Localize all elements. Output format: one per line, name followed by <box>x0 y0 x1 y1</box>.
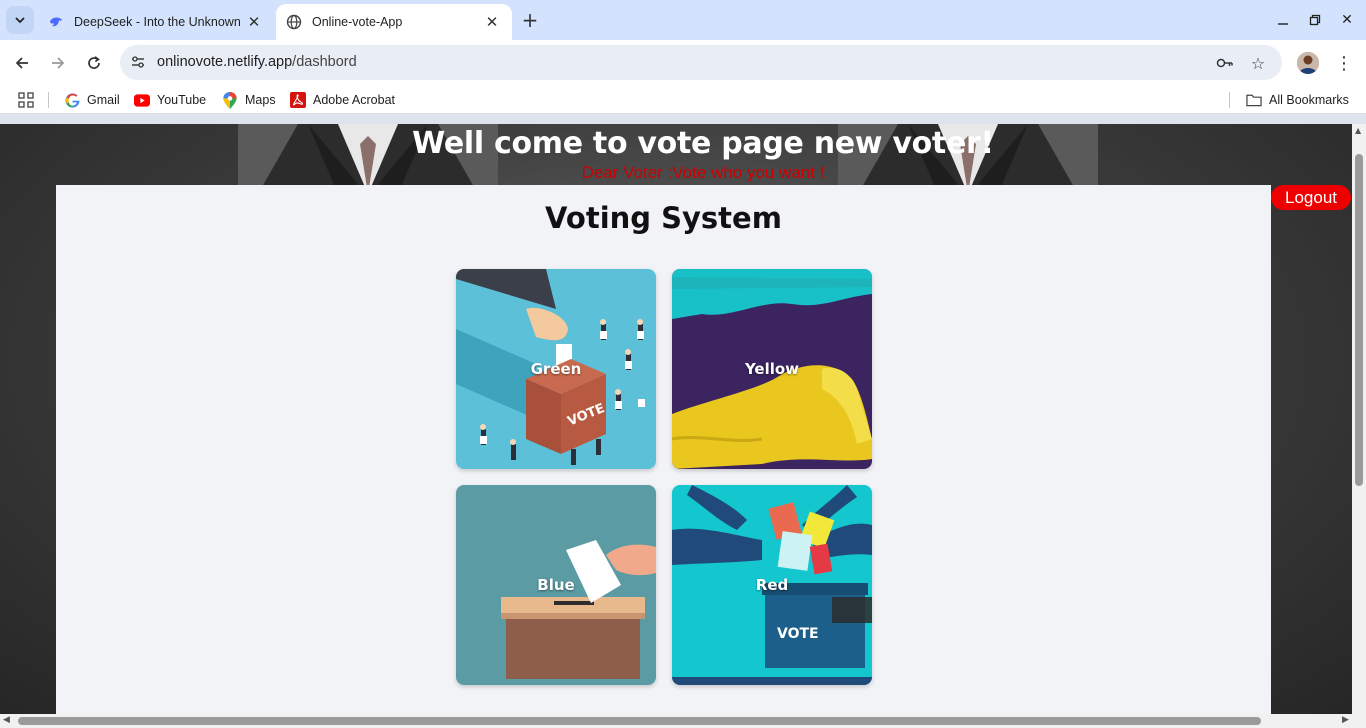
vertical-scrollbar[interactable]: ▲ <box>1352 124 1366 714</box>
vote-card-red[interactable]: VOTE Red <box>672 485 872 685</box>
tab-title: Online-vote-App <box>312 15 403 29</box>
globe-icon <box>286 14 302 30</box>
new-tab-button[interactable]: + <box>518 8 542 32</box>
apps-grid-icon[interactable] <box>18 90 34 110</box>
all-bookmarks-button[interactable]: All Bookmarks <box>1246 90 1349 110</box>
vertical-scrollbar-thumb[interactable] <box>1355 154 1363 486</box>
vote-card-blue[interactable]: Blue <box>456 485 656 685</box>
bookmark-maps[interactable]: Maps <box>222 90 276 110</box>
hero-subtitle: Dear Voter :Vote who you want ! <box>581 163 825 182</box>
acrobat-icon <box>290 92 306 108</box>
card-label: Blue <box>537 576 575 594</box>
tab-title: DeepSeek - Into the Unknown <box>74 15 241 29</box>
browser-toolbar: onlinovote.netlify.app/dashbord ☆ ⋮ <box>0 40 1366 86</box>
bookmark-label: Maps <box>245 93 276 107</box>
deepseek-whale-icon <box>48 14 64 30</box>
tab-strip: DeepSeek - Into the Unknown ✕ Online-vot… <box>0 0 1366 40</box>
address-bar[interactable]: onlinovote.netlify.app/dashbord ☆ <box>120 45 1282 80</box>
restore-icon[interactable] <box>1302 8 1328 32</box>
scroll-up-arrow-icon[interactable]: ▲ <box>1355 126 1361 135</box>
close-tab-icon[interactable]: ✕ <box>244 12 264 32</box>
close-tab-icon[interactable]: ✕ <box>482 12 502 32</box>
svg-text:VOTE: VOTE <box>777 626 819 642</box>
horizontal-scrollbar-thumb[interactable] <box>18 717 1261 725</box>
youtube-icon <box>134 92 150 108</box>
bookmark-label: Adobe Acrobat <box>313 93 396 107</box>
scroll-right-arrow-icon[interactable]: ▶ <box>1342 715 1349 725</box>
profile-avatar[interactable] <box>1297 52 1319 74</box>
url-text: onlinovote.netlify.app/dashbord <box>157 54 357 70</box>
card-label: Green <box>530 360 582 378</box>
panel-title: Voting System <box>545 201 782 235</box>
bookmark-star-icon[interactable]: ☆ <box>1248 53 1268 73</box>
tab-deepseek[interactable]: DeepSeek - Into the Unknown ✕ <box>38 4 274 40</box>
site-settings-icon[interactable] <box>130 54 146 70</box>
horizontal-scrollbar[interactable]: ◀ ▶ <box>0 714 1366 728</box>
vote-card-green[interactable]: VOTE Green <box>456 269 656 469</box>
bookmark-separator <box>1229 92 1230 108</box>
back-arrow-icon[interactable] <box>9 50 35 76</box>
tab-search-button[interactable] <box>6 6 34 34</box>
tab-online-vote-app[interactable]: Online-vote-App ✕ <box>276 4 512 40</box>
voting-panel: Voting System VOTE Green Yellow Blue VOT… <box>56 185 1271 714</box>
google-icon <box>64 92 80 108</box>
bookmark-gmail[interactable]: Gmail <box>64 90 120 110</box>
forward-arrow-icon[interactable] <box>45 50 71 76</box>
bookmark-label: YouTube <box>157 93 207 107</box>
logout-button[interactable]: Logout <box>1271 185 1351 210</box>
maps-icon <box>222 91 238 109</box>
url-host: onlinovote.netlify.app <box>157 54 293 70</box>
chevron-down-icon <box>15 17 25 24</box>
reload-icon[interactable] <box>81 50 107 76</box>
password-key-icon[interactable] <box>1215 53 1235 73</box>
close-window-icon[interactable]: ✕ <box>1334 8 1360 32</box>
card-label: Red <box>755 576 789 594</box>
scroll-left-arrow-icon[interactable]: ◀ <box>3 715 10 725</box>
url-path: /dashbord <box>292 54 357 70</box>
minimize-icon[interactable] <box>1270 8 1296 32</box>
vote-card-yellow[interactable]: Yellow <box>672 269 872 469</box>
browser-menu-icon[interactable]: ⋮ <box>1334 51 1354 75</box>
bookmark-label: Gmail <box>87 93 120 107</box>
bookmark-adobe-acrobat[interactable]: Adobe Acrobat <box>290 90 395 110</box>
all-bookmarks-label: All Bookmarks <box>1269 93 1349 107</box>
vote-dashboard-page: Well come to vote page new voter! Dear V… <box>0 124 1352 714</box>
bookmark-separator <box>48 92 49 108</box>
card-label: Yellow <box>744 360 800 378</box>
hero-title: Well come to vote page new voter! <box>412 126 994 161</box>
folder-icon <box>1246 92 1262 108</box>
bookmarks-bar: Gmail YouTube Maps Adobe Acrobat All Boo… <box>0 86 1366 114</box>
bookmark-youtube[interactable]: YouTube <box>134 90 206 110</box>
